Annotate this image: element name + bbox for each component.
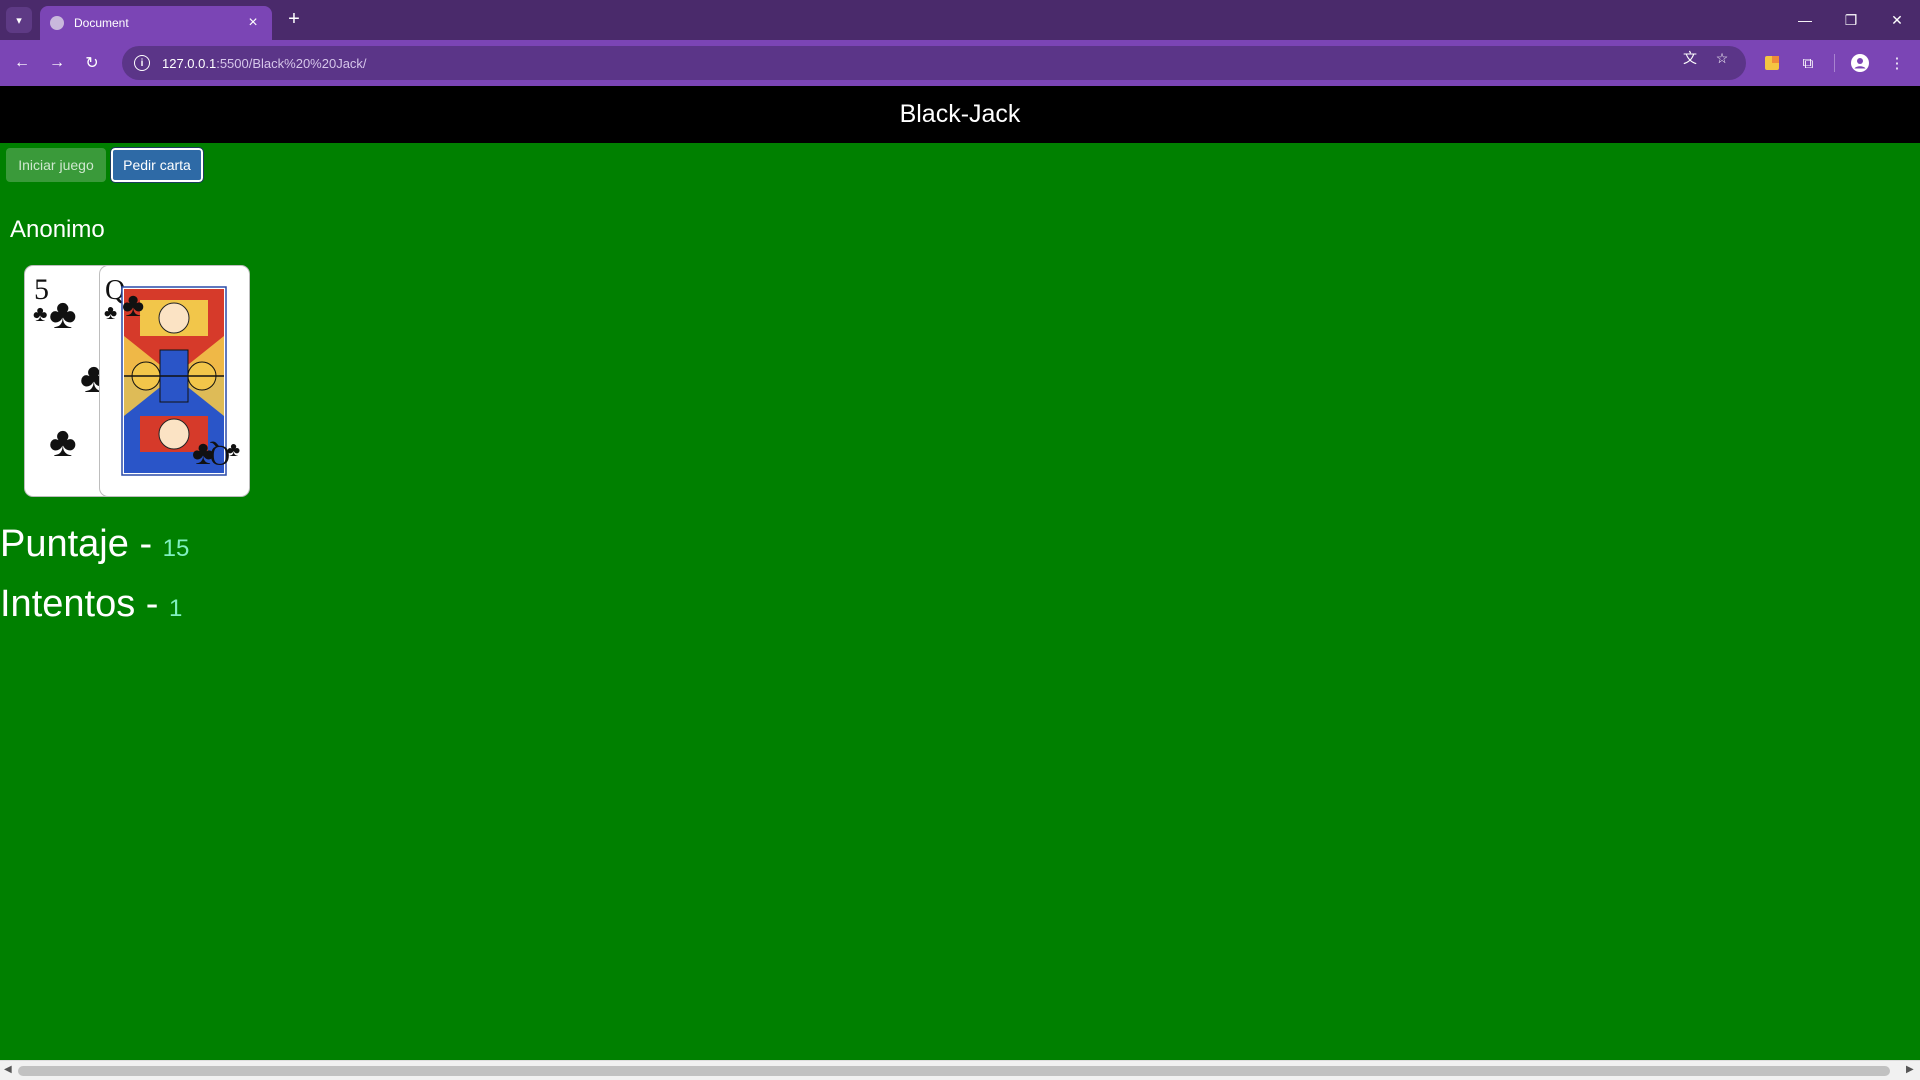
close-icon[interactable]: × — [244, 14, 262, 32]
club-icon: ♣ — [33, 301, 47, 326]
toolbar-divider — [1834, 54, 1835, 72]
plus-icon[interactable]: + — [282, 8, 306, 32]
attempts-label: Intentos - — [0, 583, 169, 625]
attempts-line: Intentos - 1 — [0, 583, 182, 626]
kebab-menu-icon[interactable]: ⋮ — [1885, 51, 1909, 75]
horizontal-scrollbar[interactable]: ◀ ▶ — [0, 1060, 1920, 1080]
browser-tab[interactable]: Document × — [40, 6, 272, 40]
score-label: Puntaje - — [0, 523, 163, 565]
card-rank-inverted: Q — [210, 439, 230, 470]
draw-card-button[interactable]: Pedir carta — [110, 147, 204, 183]
score-line: Puntaje - 15 — [0, 523, 189, 566]
club-icon: ♣ — [49, 290, 77, 337]
browser-tabbar: ▾ Document × + — ❐ ✕ — [0, 0, 1920, 40]
info-icon[interactable]: i — [134, 55, 150, 71]
arrow-right-icon[interactable]: → — [45, 51, 69, 75]
scrollbar-thumb[interactable] — [18, 1066, 1890, 1076]
puzzle-icon[interactable]: ⧉ — [1796, 51, 1820, 75]
address-bar[interactable]: i 127.0.0.1:5500/Black%20%20Jack/ — [122, 46, 1746, 80]
scroll-right-icon[interactable]: ▶ — [1906, 1064, 1914, 1075]
arrow-left-icon[interactable]: ← — [10, 51, 34, 75]
browser-toolbar: ← → ↻ i 127.0.0.1:5500/Black%20%20Jack/ … — [0, 40, 1920, 86]
score-value: 15 — [162, 535, 190, 562]
close-icon[interactable]: ✕ — [1874, 0, 1920, 40]
url-host: 127.0.0.1 — [162, 55, 217, 71]
url-path: :5500/Black%20%20Jack/ — [216, 55, 367, 71]
player-name: Anonimo — [10, 216, 105, 243]
attempts-value: 1 — [168, 595, 183, 622]
translate-icon[interactable]: 文 — [1680, 48, 1700, 68]
club-icon: ♣ — [49, 418, 77, 465]
minimize-icon[interactable]: — — [1782, 0, 1828, 40]
tab-title: Document — [74, 16, 129, 30]
scroll-left-icon[interactable]: ◀ — [4, 1064, 12, 1075]
chevron-down-icon[interactable]: ▾ — [6, 7, 32, 33]
start-game-button[interactable]: Iniciar juego — [6, 148, 106, 182]
reload-icon[interactable]: ↻ — [80, 51, 104, 75]
playing-card: Q ♣ ♣ ♣ ♣ Q — [100, 266, 249, 496]
profile-icon[interactable] — [1848, 51, 1872, 75]
extension-icon[interactable] — [1760, 51, 1784, 75]
page-header: Black-Jack — [0, 86, 1920, 143]
globe-icon — [50, 16, 64, 30]
club-icon: ♣ — [104, 302, 117, 324]
page-title: Black-Jack — [899, 100, 1021, 128]
club-icon: ♣ — [122, 286, 144, 324]
star-icon[interactable]: ☆ — [1712, 48, 1732, 68]
restore-icon[interactable]: ❐ — [1828, 0, 1874, 40]
